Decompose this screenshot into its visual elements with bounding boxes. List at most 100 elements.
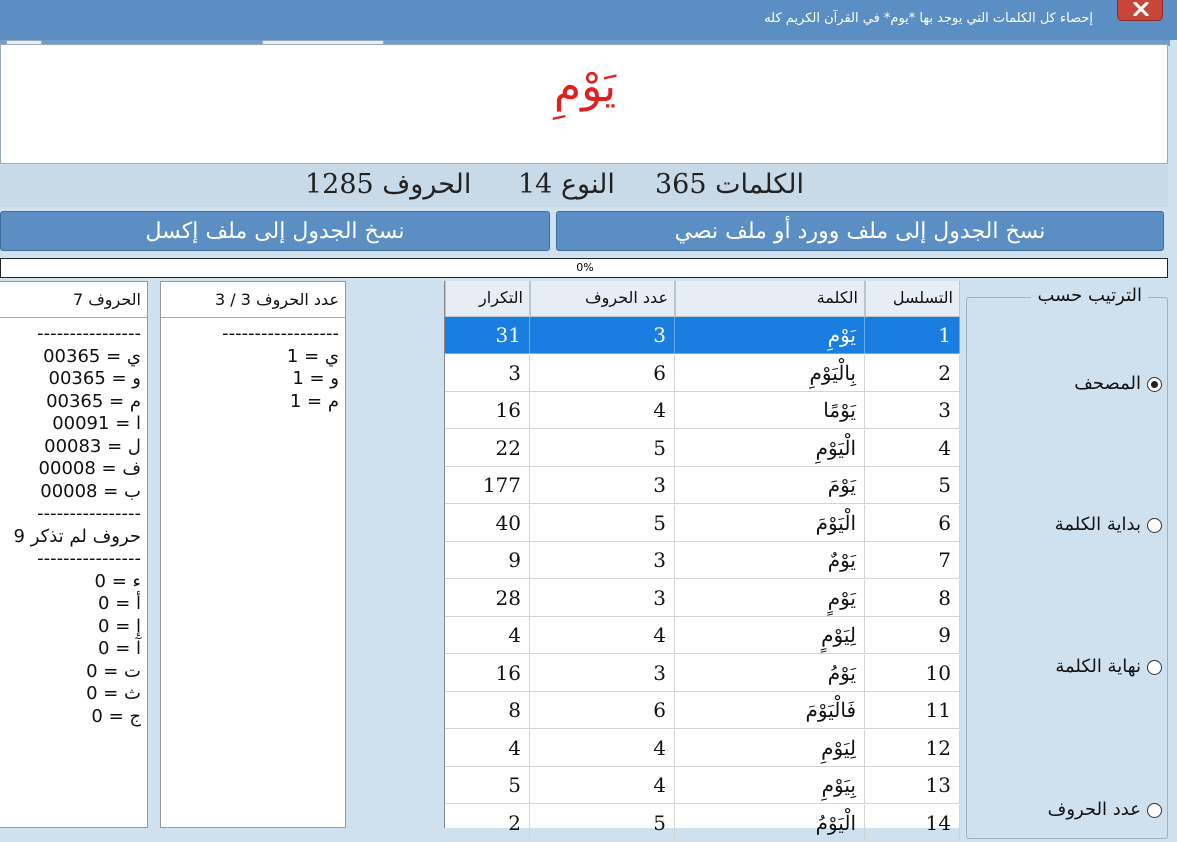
type-count: النوع 14 (518, 169, 615, 200)
cell-letters[interactable]: 6 (530, 692, 675, 729)
table-row[interactable]: 4 4 لِيَوْمِ 12 (445, 729, 960, 767)
words-table[interactable]: التكرار عدد الحروف الكلمة التسلسل 31 3 يَو… (444, 281, 960, 842)
cell-count[interactable]: 16 (445, 392, 530, 429)
cell-word[interactable]: يَوْمٌ (675, 542, 865, 579)
table-row[interactable]: 3 6 بِالْيَوْمِ 2 (445, 354, 960, 392)
cell-count[interactable]: 4 (445, 729, 530, 767)
cell-count[interactable]: 22 (445, 429, 530, 467)
table-row[interactable]: 40 5 الْيَوْمَ 6 (445, 504, 960, 542)
cell-word[interactable]: يَوْمِ (675, 317, 865, 354)
cell-letters[interactable]: 3 (530, 654, 675, 692)
panel-line: و = 00365 (48, 368, 141, 389)
cell-word[interactable]: الْيَوْمِ (675, 429, 865, 467)
panel-line: ---------------- (37, 323, 141, 344)
table-row[interactable]: 16 3 يَوْمُ 10 (445, 654, 960, 692)
cell-word[interactable]: الْيَوْمُ (675, 804, 865, 842)
letters-header: الحروف 7 (0, 282, 147, 318)
cell-seq[interactable]: 11 (865, 692, 960, 729)
cell-seq[interactable]: 13 (865, 767, 960, 804)
cell-seq[interactable]: 4 (865, 429, 960, 467)
cell-word[interactable]: يَوْمَ (675, 467, 865, 504)
sort-option-letter-count[interactable]: عدد الحروف (1048, 799, 1162, 820)
cell-seq[interactable]: 2 (865, 354, 960, 392)
sort-option-word-end[interactable]: نهاية الكلمة (1055, 656, 1162, 677)
cell-letters[interactable]: 4 (530, 617, 675, 654)
panel-line: ف = 00008 (38, 458, 141, 479)
copy-to-word-button[interactable]: نسخ الجدول إلى ملف وورد أو ملف نصي (556, 211, 1164, 251)
table-row[interactable]: 8 6 فَالْيَوْمَ 11 (445, 692, 960, 729)
cell-letters[interactable]: 4 (530, 729, 675, 767)
cell-seq[interactable]: 9 (865, 617, 960, 654)
cell-word[interactable]: يَوْمٍ (675, 579, 865, 617)
column-header-count[interactable]: التكرار (445, 281, 530, 317)
cell-letters[interactable]: 3 (530, 467, 675, 504)
cell-count[interactable]: 28 (445, 579, 530, 617)
cell-count[interactable]: 5 (445, 767, 530, 804)
column-header-letters[interactable]: عدد الحروف (530, 281, 675, 317)
panel-line: ---------------- (37, 548, 141, 569)
radio-icon[interactable] (1147, 517, 1162, 533)
table-row[interactable]: 16 4 يَوْمًا 3 (445, 392, 960, 429)
cell-letters[interactable]: 4 (530, 392, 675, 429)
cell-seq[interactable]: 12 (865, 729, 960, 767)
words-count: الكلمات 365 (655, 169, 804, 200)
cell-seq[interactable]: 8 (865, 579, 960, 617)
close-button[interactable] (1117, 0, 1163, 21)
search-word: يَوْمِ (553, 61, 617, 112)
cell-letters[interactable]: 5 (530, 429, 675, 467)
cell-letters[interactable]: 5 (530, 804, 675, 842)
table-row[interactable]: 5 4 بِيَوْمِ 13 (445, 767, 960, 804)
cell-word[interactable]: بِالْيَوْمِ (675, 354, 865, 392)
cell-seq[interactable]: 3 (865, 392, 960, 429)
panel-line: أ = 0 (98, 593, 141, 614)
cell-count[interactable]: 8 (445, 692, 530, 729)
column-header-seq[interactable]: التسلسل (865, 281, 960, 317)
table-row[interactable]: 2 5 الْيَوْمُ 14 (445, 804, 960, 842)
cell-count[interactable]: 4 (445, 617, 530, 654)
cell-letters[interactable]: 3 (530, 317, 675, 354)
panel-line: ---------------- (37, 503, 141, 524)
cell-count[interactable]: 3 (445, 354, 530, 392)
cell-count[interactable]: 16 (445, 654, 530, 692)
cell-seq[interactable]: 14 (865, 804, 960, 842)
cell-letters[interactable]: 3 (530, 579, 675, 617)
table-row[interactable]: 28 3 يَوْمٍ 8 (445, 579, 960, 617)
cell-letters[interactable]: 6 (530, 354, 675, 392)
cell-seq[interactable]: 5 (865, 467, 960, 504)
table-row[interactable]: 177 3 يَوْمَ 5 (445, 467, 960, 504)
cell-seq[interactable]: 7 (865, 542, 960, 579)
radio-icon[interactable] (1147, 659, 1162, 675)
cell-count[interactable]: 31 (445, 317, 530, 354)
panel-line: ب = 00008 (40, 480, 141, 502)
table-row[interactable]: 9 3 يَوْمٌ 7 (445, 542, 960, 579)
cell-count[interactable]: 40 (445, 504, 530, 542)
cell-letters[interactable]: 4 (530, 767, 675, 804)
panel-line: ي = 1 (286, 345, 339, 367)
stats-bar: الكلمات 365 النوع 14 الحروف 1285 (0, 165, 1168, 207)
radio-icon[interactable] (1147, 376, 1162, 392)
sort-option-mushaf[interactable]: المصحف (1074, 373, 1162, 394)
cell-seq[interactable]: 1 (865, 317, 960, 354)
table-row[interactable]: 4 4 لِيَوْمٍ 9 (445, 617, 960, 654)
radio-icon[interactable] (1147, 802, 1162, 818)
cell-letters[interactable]: 3 (530, 542, 675, 579)
cell-word[interactable]: لِيَوْمٍ (675, 617, 865, 654)
cell-word[interactable]: الْيَوْمَ (675, 504, 865, 542)
table-row[interactable]: 31 3 يَوْمِ 1 (445, 317, 960, 354)
cell-seq[interactable]: 6 (865, 504, 960, 542)
cell-count[interactable]: 9 (445, 542, 530, 579)
cell-word[interactable]: بِيَوْمِ (675, 767, 865, 804)
sort-option-word-start[interactable]: بداية الكلمة (1055, 514, 1162, 535)
panel-line: ي = 00365 (43, 345, 141, 367)
cell-word[interactable]: لِيَوْمِ (675, 729, 865, 767)
cell-letters[interactable]: 5 (530, 504, 675, 542)
cell-count[interactable]: 2 (445, 804, 530, 842)
cell-word[interactable]: يَوْمًا (675, 392, 865, 429)
cell-word[interactable]: يَوْمُ (675, 654, 865, 692)
table-row[interactable]: 22 5 الْيَوْمِ 4 (445, 429, 960, 467)
cell-count[interactable]: 177 (445, 467, 530, 504)
cell-word[interactable]: فَالْيَوْمَ (675, 692, 865, 729)
column-header-word[interactable]: الكلمة (675, 281, 865, 317)
cell-seq[interactable]: 10 (865, 654, 960, 692)
copy-to-excel-button[interactable]: نسخ الجدول إلى ملف إكسل (0, 211, 550, 251)
